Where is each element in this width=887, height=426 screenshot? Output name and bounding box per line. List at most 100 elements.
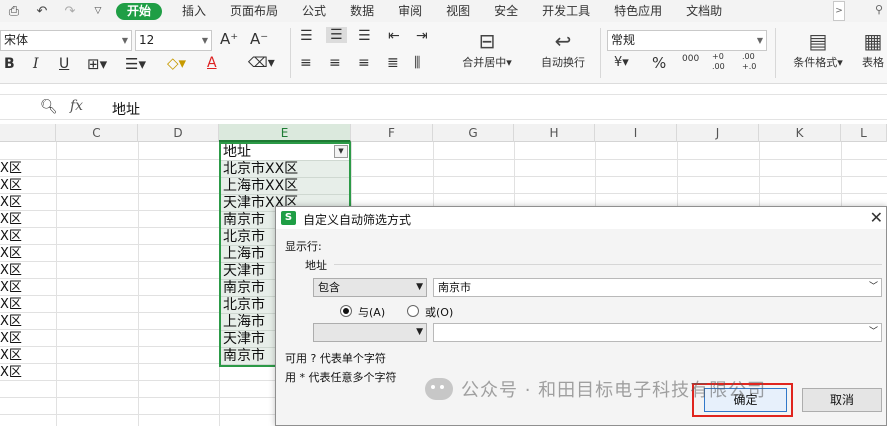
cell-b-value[interactable]: X区 bbox=[0, 177, 30, 194]
column-header-g[interactable]: G bbox=[433, 124, 514, 142]
tab-home[interactable]: 开始 bbox=[116, 2, 163, 20]
redo-icon[interactable]: ↷ bbox=[56, 4, 84, 19]
close-icon[interactable]: ✕ bbox=[870, 208, 883, 227]
quick-access-dropdown-icon[interactable]: ▽ bbox=[84, 6, 112, 16]
cell-b-value[interactable]: X区 bbox=[0, 160, 30, 177]
cancel-button[interactable]: 取消 bbox=[802, 388, 882, 412]
conditional-format-button[interactable]: ▤ 条件格式▾ bbox=[782, 28, 854, 70]
align-middle-icon[interactable]: ☰ bbox=[326, 27, 347, 43]
cell-b-value[interactable]: X区 bbox=[0, 211, 30, 228]
table-style-button[interactable]: ▦ 表格 bbox=[858, 28, 887, 70]
conditional-format-label: 条件格式 bbox=[793, 56, 838, 69]
field-name-label: 地址 bbox=[305, 259, 327, 272]
and-radio-label[interactable]: 与(A) bbox=[358, 304, 385, 320]
dialog-titlebar[interactable]: S 自定义自动筛选方式 ✕ bbox=[276, 207, 886, 229]
borders-icon[interactable]: ⊞▾ bbox=[87, 55, 107, 73]
column-e-header-cell[interactable]: 地址 ▼ bbox=[221, 144, 349, 161]
indent-decrease-icon[interactable]: ⇤ bbox=[388, 28, 400, 44]
increase-decimal-button[interactable]: +0 .00 bbox=[712, 52, 736, 72]
cell-b-value[interactable]: X区 bbox=[0, 347, 30, 364]
merge-center-button[interactable]: ⊟ 合并居中▾ bbox=[452, 28, 522, 70]
address-cell[interactable]: 北京市XX区 bbox=[221, 161, 349, 178]
chevron-down-icon: ﹀ bbox=[868, 282, 878, 292]
column-header-i[interactable]: I bbox=[595, 124, 677, 142]
print-preview-icon[interactable]: ⎙ bbox=[0, 4, 28, 19]
align-right-icon[interactable]: ≡ bbox=[358, 55, 370, 71]
column-header-l[interactable]: L bbox=[841, 124, 887, 142]
underline-button[interactable]: U bbox=[59, 56, 69, 72]
column-header-j[interactable]: J bbox=[677, 124, 759, 142]
font-name-combo[interactable]: 宋体 ▼ bbox=[0, 30, 132, 51]
more-tabs-button[interactable]: > bbox=[833, 1, 845, 21]
cell-b-value[interactable]: X区 bbox=[0, 194, 30, 211]
italic-button[interactable]: I bbox=[33, 56, 39, 72]
bold-button[interactable]: B bbox=[4, 56, 15, 72]
zoom-lookup-icon[interactable]: 🔍︎ bbox=[40, 99, 58, 115]
percent-button[interactable]: % bbox=[652, 54, 666, 72]
condition1-value-combo[interactable]: 南京市 ﹀ bbox=[433, 278, 882, 297]
fill-color-icon[interactable]: ◇▾ bbox=[167, 54, 186, 72]
cell-b-value[interactable]: X区 bbox=[0, 245, 30, 262]
tab-view[interactable]: 视图 bbox=[434, 0, 482, 22]
shrink-font-button[interactable]: A⁻ bbox=[250, 30, 268, 48]
or-radio[interactable] bbox=[407, 305, 419, 317]
tab-page-layout[interactable]: 页面布局 bbox=[218, 0, 290, 22]
currency-button[interactable]: ¥▾ bbox=[614, 55, 629, 70]
font-name-value: 宋体 bbox=[4, 33, 29, 47]
column-header-h[interactable]: H bbox=[514, 124, 595, 142]
cell-style-icon[interactable]: ☰▾ bbox=[125, 55, 146, 73]
column-header-e[interactable]: E bbox=[219, 124, 351, 142]
cell-b-value[interactable]: X区 bbox=[0, 296, 30, 313]
align-bottom-icon[interactable]: ☰ bbox=[358, 28, 371, 44]
number-format-value: 常规 bbox=[611, 33, 636, 47]
tab-formulas[interactable]: 公式 bbox=[290, 0, 338, 22]
cell-b-value[interactable]: X区 bbox=[0, 279, 30, 296]
tab-security[interactable]: 安全 bbox=[482, 0, 530, 22]
tab-special[interactable]: 特色应用 bbox=[602, 0, 674, 22]
filter-dropdown-icon[interactable]: ▼ bbox=[334, 145, 348, 158]
tab-insert[interactable]: 插入 bbox=[170, 0, 218, 22]
and-radio[interactable] bbox=[340, 305, 352, 317]
grow-font-button[interactable]: A⁺ bbox=[220, 30, 238, 48]
cell-b-value[interactable]: X区 bbox=[0, 313, 30, 330]
condition1-operator-select[interactable]: 包含 ▼ bbox=[313, 278, 427, 297]
distributed-icon[interactable]: ⫼ bbox=[414, 55, 420, 71]
condition2-operator-select[interactable]: ▼ bbox=[313, 323, 427, 342]
search-icon[interactable]: ⚲ bbox=[875, 3, 887, 19]
font-size-combo[interactable]: 12 ▼ bbox=[135, 30, 212, 51]
tab-data[interactable]: 数据 bbox=[338, 0, 386, 22]
column-header-k[interactable]: K bbox=[759, 124, 841, 142]
formula-input[interactable]: 地址 bbox=[112, 99, 140, 119]
align-left-icon[interactable]: ≡ bbox=[300, 55, 312, 71]
justify-icon[interactable]: ≣ bbox=[387, 55, 399, 71]
tab-doc-assistant[interactable]: 文档助 bbox=[674, 0, 734, 22]
font-color-button[interactable]: A bbox=[207, 55, 217, 71]
gridline bbox=[0, 159, 887, 160]
clear-format-icon[interactable]: ⌫▾ bbox=[248, 55, 275, 71]
undo-icon[interactable]: ↶ bbox=[28, 4, 56, 19]
cell-b-value[interactable]: X区 bbox=[0, 262, 30, 279]
align-top-icon[interactable]: ☰ bbox=[300, 28, 313, 44]
address-cell[interactable]: 上海市XX区 bbox=[221, 178, 349, 195]
fx-icon[interactable]: fx bbox=[70, 98, 83, 114]
tab-review[interactable]: 审阅 bbox=[386, 0, 434, 22]
tab-developer[interactable]: 开发工具 bbox=[530, 0, 602, 22]
wrap-text-button[interactable]: ↩ 自动换行 bbox=[530, 28, 596, 70]
cell-b-value[interactable]: X区 bbox=[0, 330, 30, 347]
indent-increase-icon[interactable]: ⇥ bbox=[416, 28, 428, 44]
decrease-decimal-button[interactable]: .00 +.0 bbox=[742, 52, 766, 72]
or-radio-label[interactable]: 或(O) bbox=[425, 304, 453, 320]
thousands-button[interactable]: 000 bbox=[682, 54, 699, 64]
column-header-d[interactable]: D bbox=[138, 124, 219, 142]
column-header-b[interactable] bbox=[0, 124, 56, 142]
align-center-icon[interactable]: ≡ bbox=[329, 55, 341, 71]
number-format-combo[interactable]: 常规 ▼ bbox=[607, 30, 767, 51]
column-header-c[interactable]: C bbox=[56, 124, 138, 142]
merge-center-label: 合并居中 bbox=[462, 56, 507, 69]
column-header-f[interactable]: F bbox=[351, 124, 433, 142]
cell-b-value[interactable]: X区 bbox=[0, 364, 30, 381]
wechat-icon bbox=[425, 378, 453, 400]
cell-b-value[interactable]: X区 bbox=[0, 228, 30, 245]
condition2-value-combo[interactable]: ﹀ bbox=[433, 323, 882, 342]
conditional-format-icon: ▤ bbox=[808, 29, 828, 53]
